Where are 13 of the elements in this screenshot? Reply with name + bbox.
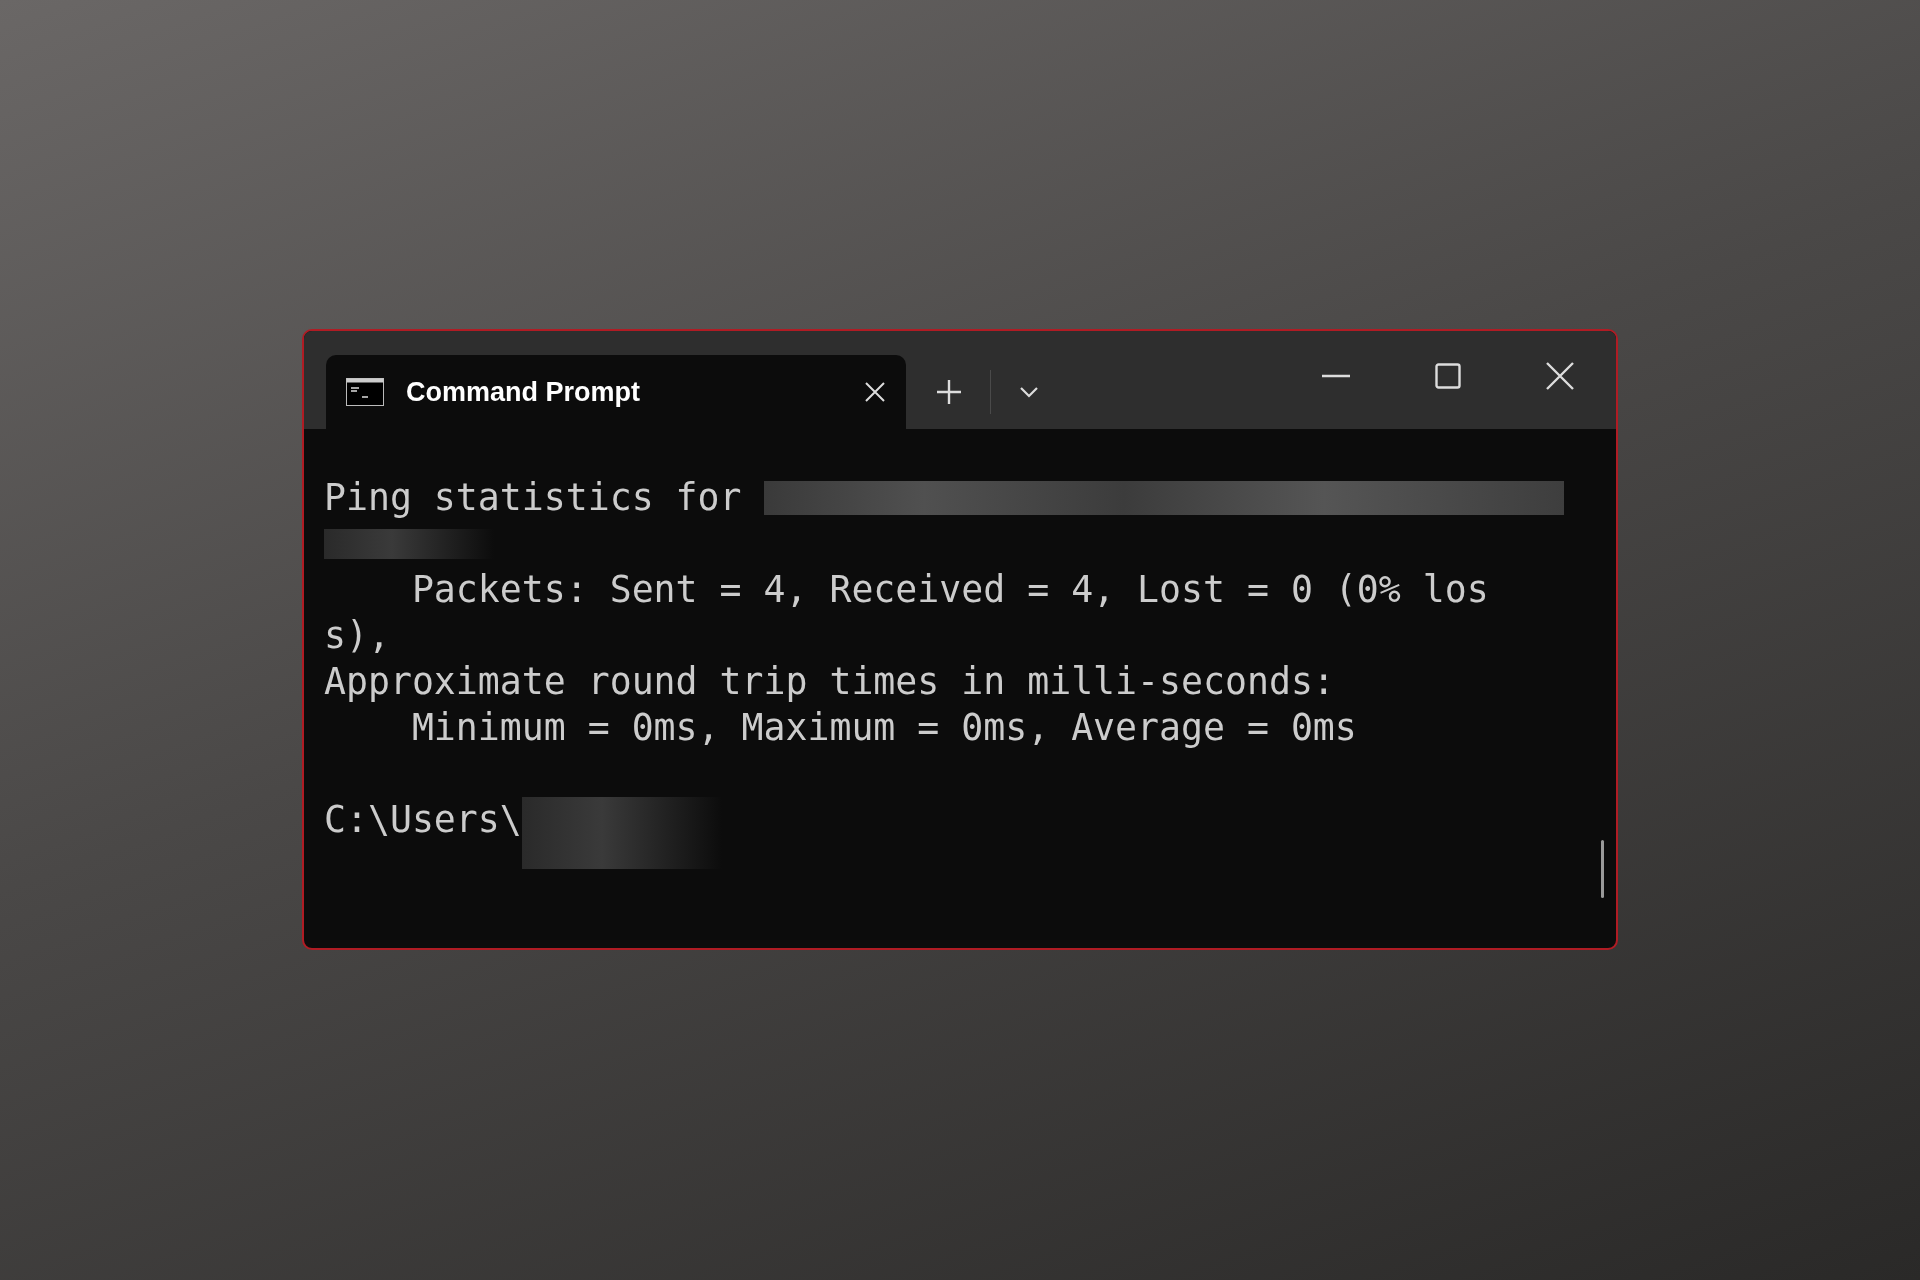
terminal-text: C:\Users\	[324, 797, 522, 843]
terminal-text: s),	[324, 613, 390, 659]
tab[interactable]: Command Prompt	[326, 355, 906, 429]
new-tab-icon[interactable]	[936, 379, 962, 405]
terminal-text: Packets: Sent = 4, Received = 4, Lost = 0 (0% los	[410, 567, 1489, 613]
close-tab-icon[interactable]	[864, 381, 886, 403]
scrollbar-thumb[interactable]	[1601, 840, 1604, 898]
terminal-text: Approximate round trip times in milli-seconds:	[324, 659, 1335, 705]
dropdown-icon[interactable]	[1019, 386, 1039, 398]
tab-title: Command Prompt	[406, 376, 641, 408]
terminal-icon	[346, 378, 384, 406]
terminal-text: Ping statistics for	[324, 475, 742, 521]
terminal-text: Minimum = 0ms, Maximum = 0ms, Average = 0ms	[410, 705, 1357, 751]
